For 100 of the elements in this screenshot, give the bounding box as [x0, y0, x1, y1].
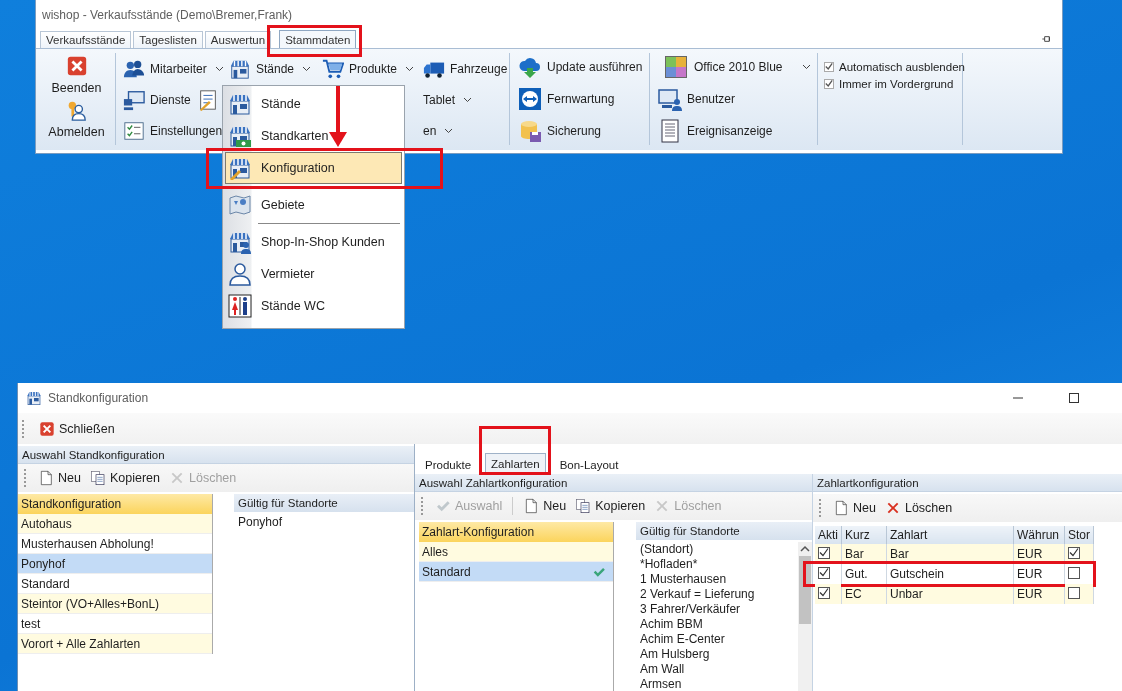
list-item: *Hofladen* — [639, 557, 699, 572]
column-header: Kurz — [841, 526, 887, 544]
checkbox[interactable] — [818, 586, 830, 599]
list-item[interactable]: Alles — [419, 542, 613, 562]
toolbar-button[interactable]: Schließen — [36, 416, 118, 441]
tab[interactable]: Zahlarten — [485, 453, 546, 474]
checkbox[interactable] — [818, 546, 830, 559]
ribbon-button[interactable]: en — [421, 116, 456, 145]
ribbon-button[interactable]: Abmelden — [44, 99, 109, 145]
list-item: Am Hulsberg — [639, 647, 711, 662]
list-item[interactable]: Vorort + Alle Zahlarten — [18, 634, 212, 654]
shop-user-icon — [228, 230, 252, 254]
menu-item[interactable]: Stände WC — [225, 290, 402, 322]
list-item: Achim BBM — [639, 617, 704, 632]
checkbox[interactable] — [824, 61, 834, 72]
menu-item[interactable]: Konfiguration — [225, 152, 402, 184]
delete-icon — [169, 470, 185, 486]
person-icon — [228, 262, 252, 286]
user-monitor-icon — [658, 87, 682, 111]
toolbar-button[interactable]: Neu — [830, 496, 879, 520]
ribbon-tab[interactable]: Auswertun — [204, 31, 272, 48]
column-header: Standkonfiguration — [18, 494, 212, 514]
theme-dropdown[interactable]: Office 2010 Blue — [656, 53, 817, 81]
toolbar-button[interactable]: Kopieren — [572, 494, 649, 518]
restroom-icon — [228, 294, 252, 318]
ribbon-button[interactable]: Einstellungen — [121, 116, 225, 145]
caret-icon — [801, 64, 811, 70]
ribbon-tab[interactable]: Tageslisten — [133, 31, 203, 48]
ribbon-button[interactable]: Fahrzeuge — [421, 54, 510, 83]
ribbon-button[interactable]: Stände — [227, 54, 314, 83]
caret-icon — [214, 65, 224, 72]
list-item[interactable]: Autohaus — [18, 514, 212, 534]
new-page-icon — [833, 500, 849, 516]
cloud-download-icon — [518, 55, 542, 79]
checkbox[interactable] — [1068, 566, 1080, 579]
column-header: Gültig für Standorte — [636, 522, 812, 540]
shop-pen-icon — [228, 156, 252, 180]
tab[interactable]: Produkte — [419, 455, 478, 474]
ribbon-button[interactable]: Fernwartung — [516, 85, 649, 113]
toolbar-button[interactable]: Neu — [520, 494, 570, 518]
shop-money-icon — [228, 124, 252, 148]
column-header: Gültig für Standorte — [234, 494, 414, 512]
check-icon — [435, 498, 451, 514]
checkbox[interactable] — [824, 78, 834, 89]
window-title: wishop - Verkaufsstände (Demo\Bremer,Frank) — [42, 7, 293, 22]
ribbon-tab[interactable]: Verkaufsstände — [40, 31, 132, 48]
column-header: Zahlart-Konfiguration — [419, 522, 613, 542]
ribbon-button[interactable]: Ereignisanzeige — [656, 117, 817, 145]
list-item: Ponyhof — [237, 514, 284, 530]
shop-icon — [26, 390, 42, 406]
list-item: Achim E-Center — [639, 632, 726, 647]
scrollbar[interactable] — [798, 542, 812, 691]
close-icon — [65, 55, 88, 77]
list-item[interactable]: Ponyhof — [18, 554, 212, 574]
list-item: 3 Fahrer/Verkäufer — [639, 602, 742, 617]
column-header: Stor — [1064, 526, 1094, 544]
new-page-icon — [523, 498, 540, 514]
menu-item[interactable]: Vermieter — [225, 258, 402, 290]
menu-item[interactable]: Shop-In-Shop Kunden — [225, 226, 402, 258]
toolbar-button[interactable]: Kopieren — [86, 466, 163, 490]
ribbon-tab[interactable]: Stammdaten — [279, 30, 357, 48]
list-item-label: Standard — [422, 564, 472, 579]
toolbar-button[interactable]: Neu — [35, 466, 84, 490]
list-item: 1 Musterhausen — [639, 572, 728, 587]
list-item: 2 Verkauf = Lieferung — [639, 587, 756, 602]
map-icon — [228, 193, 252, 217]
caret-icon — [444, 127, 454, 134]
ribbon-button[interactable]: Tablet — [421, 85, 475, 114]
list-item[interactable]: Steintor (VO+Alles+BonL) — [18, 594, 212, 614]
checkbox[interactable] — [1068, 586, 1080, 599]
menu-item[interactable]: Gebiete — [225, 189, 402, 221]
toolbar-button[interactable]: Löschen — [881, 496, 956, 520]
checkbox[interactable] — [1068, 546, 1080, 559]
checklist-icon — [123, 119, 145, 142]
ribbon-button[interactable]: Beenden — [47, 53, 106, 99]
copy-icon — [89, 470, 106, 486]
ribbon-button[interactable]: Produkte — [320, 54, 417, 83]
checkbox[interactable] — [818, 566, 830, 579]
palette-icon — [664, 55, 688, 79]
document-icon — [658, 119, 682, 143]
list-item: Am Wall — [639, 662, 686, 677]
shop-icon — [228, 92, 252, 116]
cart-icon — [322, 57, 344, 80]
list-item[interactable]: Standard — [419, 562, 613, 582]
ribbon-button[interactable]: Update ausführen — [516, 53, 649, 81]
copy-icon — [575, 498, 592, 514]
tab[interactable]: Bon-Layout — [553, 455, 625, 474]
monitor-icon — [123, 88, 145, 111]
ribbon-button[interactable]: Dienste — [121, 85, 193, 114]
caret-icon — [463, 96, 473, 103]
maximize-icon — [1069, 393, 1079, 403]
panel-header: Auswahl Standkonfiguration — [18, 446, 414, 464]
ribbon-button[interactable]: Benutzer — [656, 85, 817, 113]
ribbon-button[interactable]: Mitarbeiter — [121, 54, 226, 83]
list-item: Armsen — [639, 677, 683, 691]
column-header: Akti — [815, 526, 842, 544]
close-icon — [39, 420, 55, 437]
list-item-label: Alles — [422, 544, 449, 559]
ribbon-button[interactable]: Sicherung — [516, 117, 649, 145]
list-item: (Standort) — [639, 542, 695, 557]
